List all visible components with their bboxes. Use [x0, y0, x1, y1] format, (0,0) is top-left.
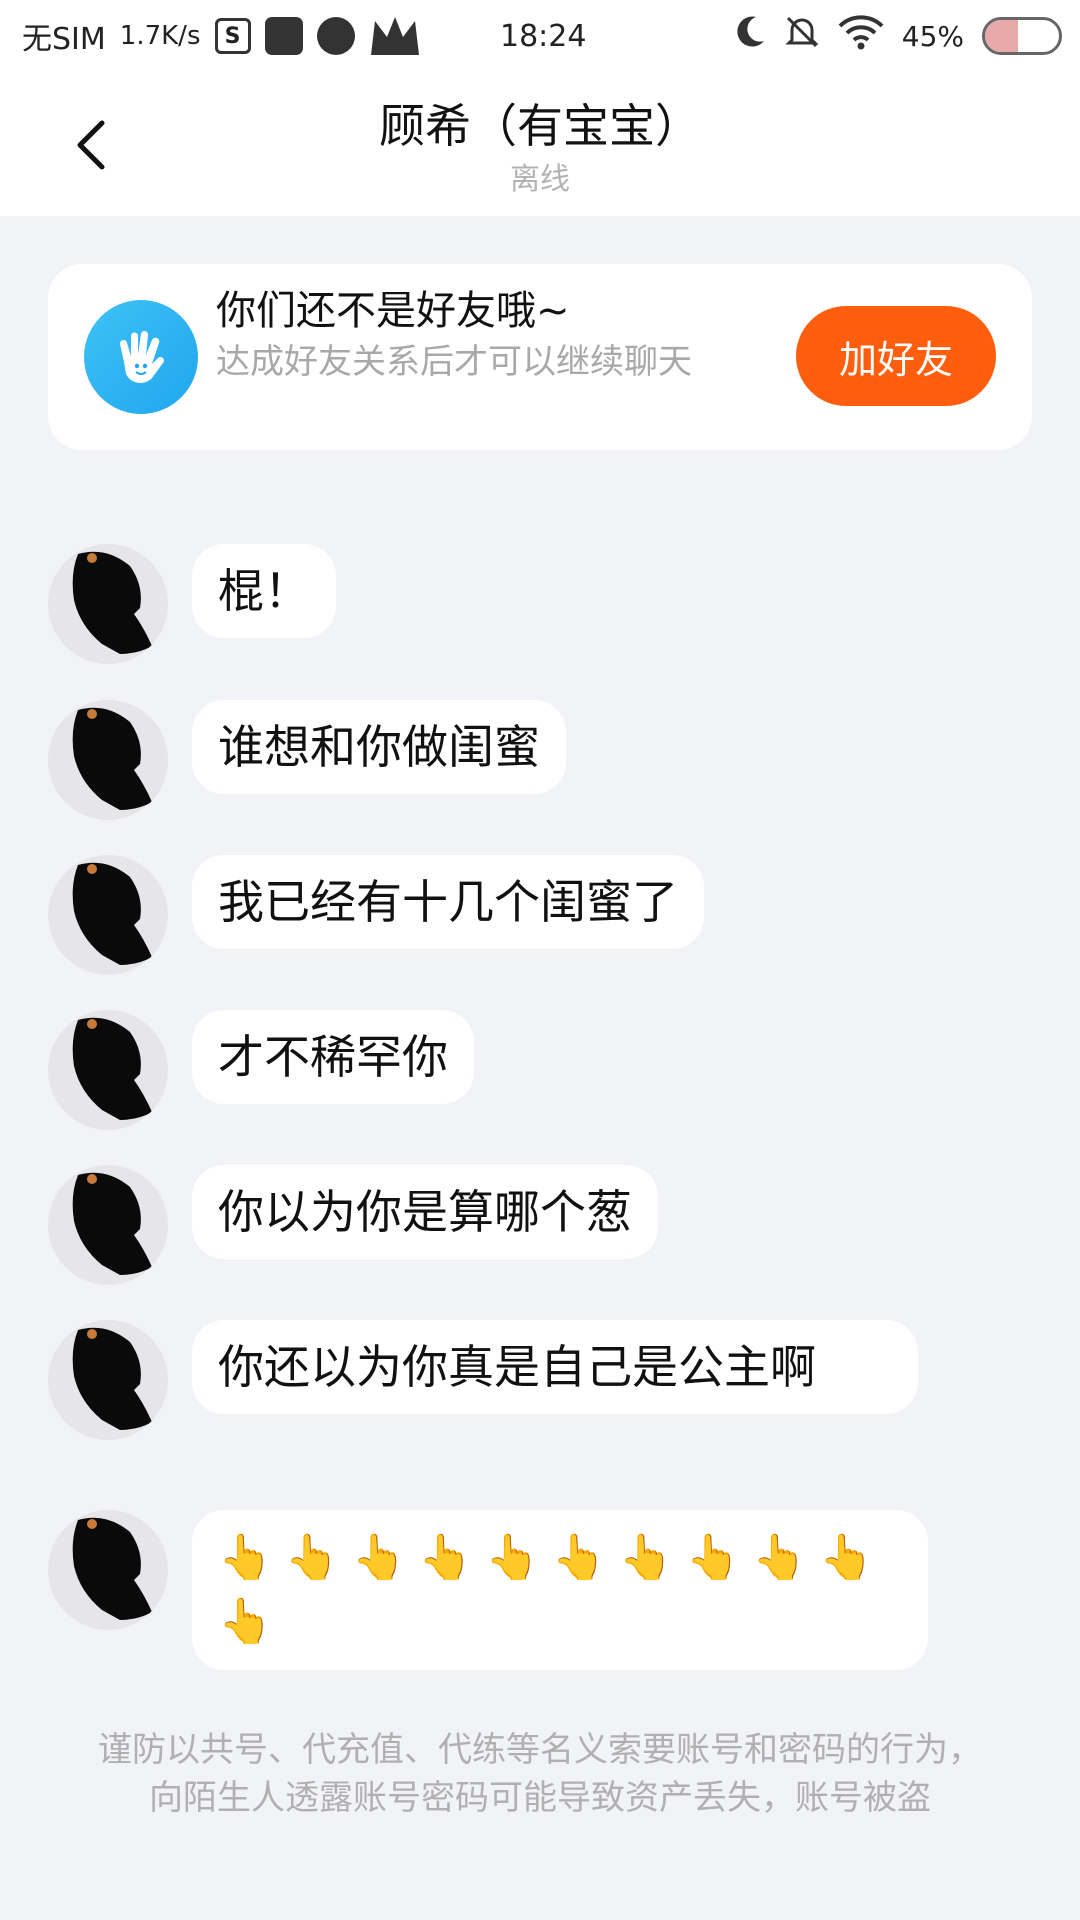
chat-header: 顾希（有宝宝） 离线: [0, 72, 1080, 216]
battery-percent-text: 45%: [901, 19, 964, 53]
avatar[interactable]: [48, 1010, 168, 1130]
sim-s-icon: S: [214, 18, 251, 54]
avatar-silhouette-icon: [72, 862, 152, 965]
avatar-silhouette-icon: [72, 1172, 152, 1275]
message-bubble[interactable]: 棍！: [192, 544, 336, 638]
crown-icon: [369, 15, 421, 57]
battery-icon: [982, 17, 1062, 55]
avatar[interactable]: [48, 544, 168, 664]
battery-level-fill: [985, 20, 1019, 52]
avatar[interactable]: [48, 700, 168, 820]
status-bar: 无SIM 1.7K/s S 18:24 45%: [0, 0, 1080, 72]
chat-title: 顾希（有宝宝）: [379, 99, 701, 153]
message-bubble[interactable]: 你以为你是算哪个葱: [192, 1165, 658, 1259]
status-bar-right: 45%: [734, 0, 1062, 72]
avatar[interactable]: [48, 1320, 168, 1440]
app-square-icon: [264, 17, 303, 55]
message-bubble[interactable]: 你还以为你真是自己是公主啊: [192, 1320, 918, 1414]
avatar[interactable]: [48, 1165, 168, 1285]
clock-text: 18:24: [500, 18, 587, 54]
avatar-silhouette-icon: [72, 707, 152, 810]
carrier-text: 无SIM: [22, 22, 106, 57]
avatar-silhouette-icon: [72, 1327, 152, 1430]
avatar-silhouette-icon: [72, 1017, 152, 1120]
network-speed-text: 1.7K/s: [119, 21, 201, 51]
waving-hand-icon: [84, 300, 198, 414]
palette-icon: [316, 17, 355, 55]
status-bar-left: 无SIM 1.7K/s S: [22, 0, 421, 72]
moon-icon: [734, 15, 766, 57]
message-bubble[interactable]: 才不稀罕你: [192, 1010, 474, 1104]
message-bubble[interactable]: 我已经有十几个闺蜜了: [192, 855, 704, 949]
avatar[interactable]: [48, 1510, 168, 1630]
not-friends-notice-card: 你们还不是好友哦~ 达成好友关系后才可以继续聊天 加好友: [48, 264, 1032, 450]
online-status-text: 离线: [510, 162, 570, 197]
message-bubble[interactable]: 谁想和你做闺蜜: [192, 700, 566, 794]
security-warning-text: 谨防以共号、代充值、代练等名义索要账号和密码的行为，向陌生人透露账号密码可能导致…: [98, 1730, 982, 1818]
message-bubble[interactable]: 👆👆👆👆👆👆👆👆👆👆👆: [192, 1510, 928, 1670]
notice-title: 你们还不是好友哦~: [216, 288, 570, 334]
notice-description: 达成好友关系后才可以继续聊天: [216, 342, 692, 382]
avatar-silhouette-icon: [72, 551, 152, 654]
wifi-icon: [838, 14, 884, 58]
add-friend-button[interactable]: 加好友: [796, 306, 996, 406]
mute-bell-icon: [784, 14, 820, 58]
avatar-silhouette-icon: [72, 1517, 152, 1620]
avatar[interactable]: [48, 855, 168, 975]
